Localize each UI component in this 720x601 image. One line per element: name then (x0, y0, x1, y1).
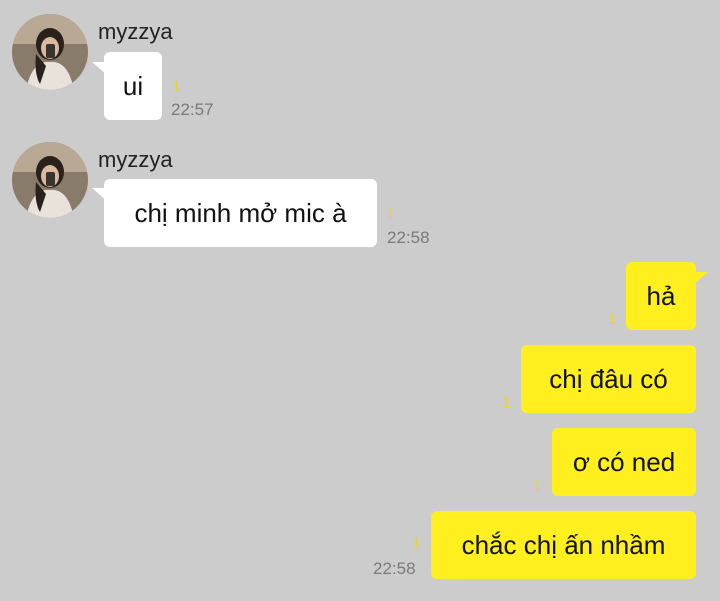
message-bubble[interactable]: chị minh mở mic à (104, 179, 377, 247)
profile-photo-avatar (12, 142, 88, 218)
message-time: 22:57 (171, 100, 214, 119)
sender-name: myzzya (98, 19, 173, 44)
unread-count: 1 (387, 205, 396, 222)
sender-name: myzzya (98, 147, 173, 172)
unread-count: 1 (412, 535, 421, 552)
sender-avatar[interactable] (12, 14, 88, 90)
message-bubble[interactable]: ơ có ned (552, 428, 696, 496)
message-bubble[interactable]: ui (104, 52, 162, 120)
unread-count: 1 (533, 477, 542, 494)
message-bubble[interactable]: chắc chị ấn nhầm (431, 511, 696, 579)
message-time: 22:58 (373, 559, 416, 578)
message-time: 22:58 (387, 228, 430, 247)
unread-count: 1 (502, 394, 511, 411)
unread-count: 1 (172, 78, 181, 95)
sender-avatar[interactable] (12, 142, 88, 218)
message-bubble[interactable]: hả (626, 262, 696, 330)
bubble-tail (694, 272, 708, 284)
unread-count: 1 (608, 311, 617, 328)
profile-photo-avatar (12, 14, 88, 90)
message-bubble[interactable]: chị đâu có (521, 345, 696, 413)
